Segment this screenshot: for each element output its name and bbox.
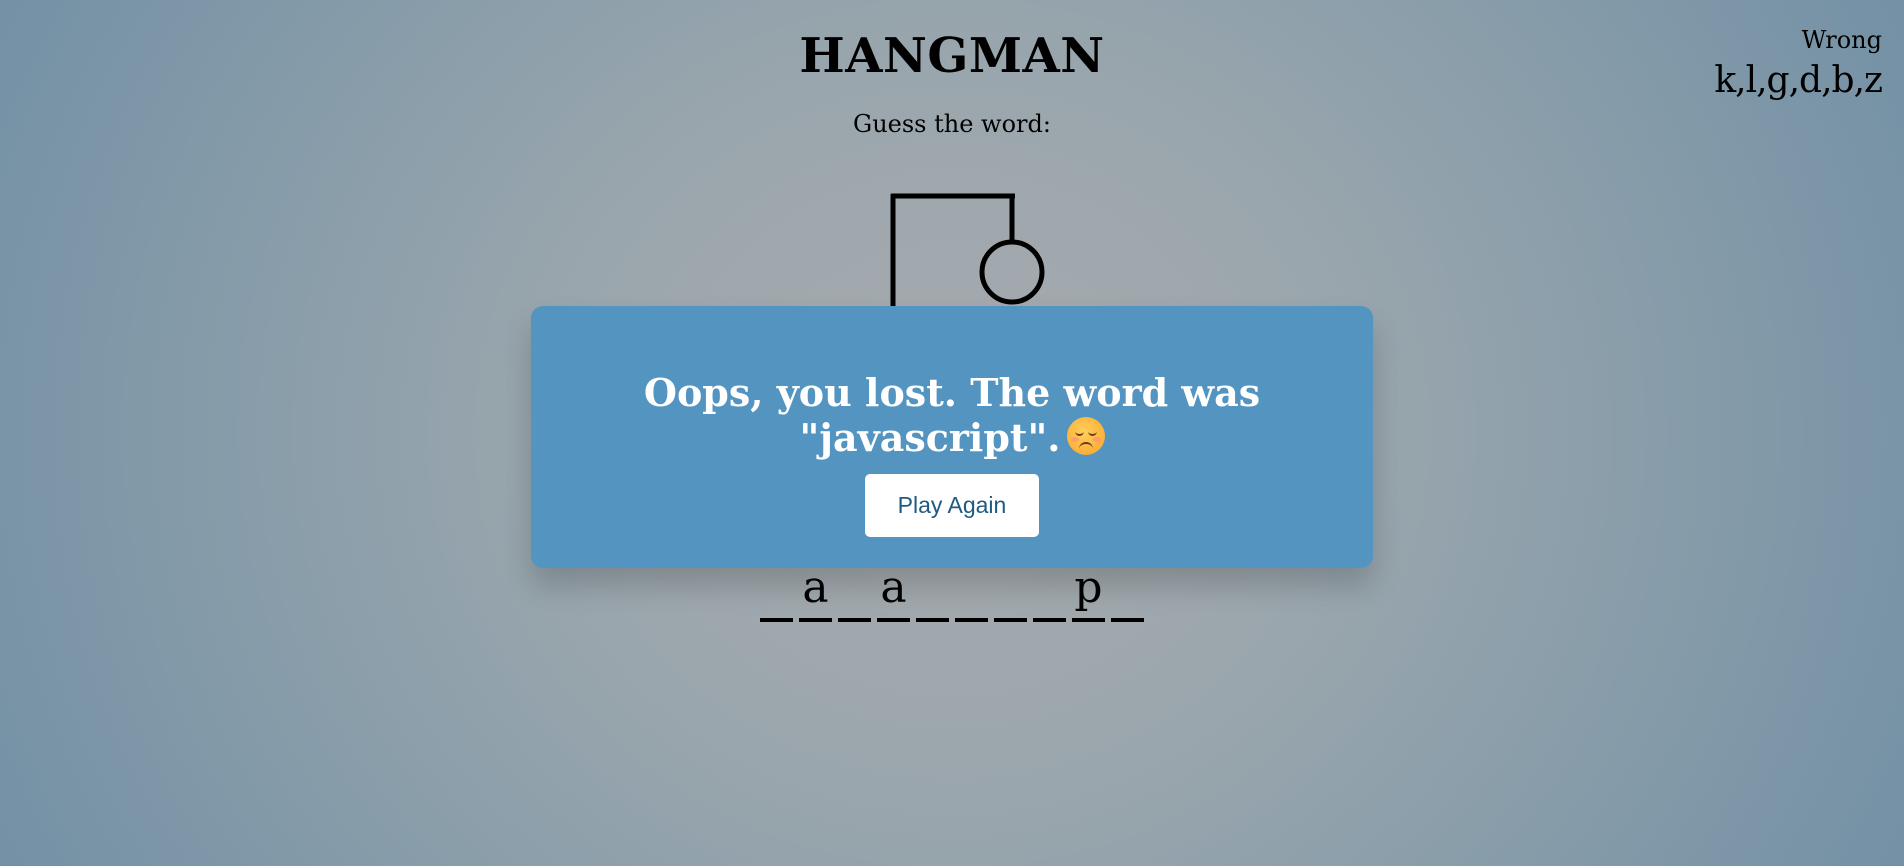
pensive-face-icon bbox=[1066, 417, 1105, 455]
game-over-popup: Oops, you lost. The word was "javascript… bbox=[531, 306, 1373, 568]
hangman-head bbox=[979, 239, 1045, 305]
game-over-message: Oops, you lost. The word was "javascript… bbox=[531, 370, 1373, 460]
game-over-text: Oops, you lost. The word was "javascript… bbox=[643, 370, 1261, 460]
play-again-button[interactable]: Play Again bbox=[865, 474, 1039, 537]
